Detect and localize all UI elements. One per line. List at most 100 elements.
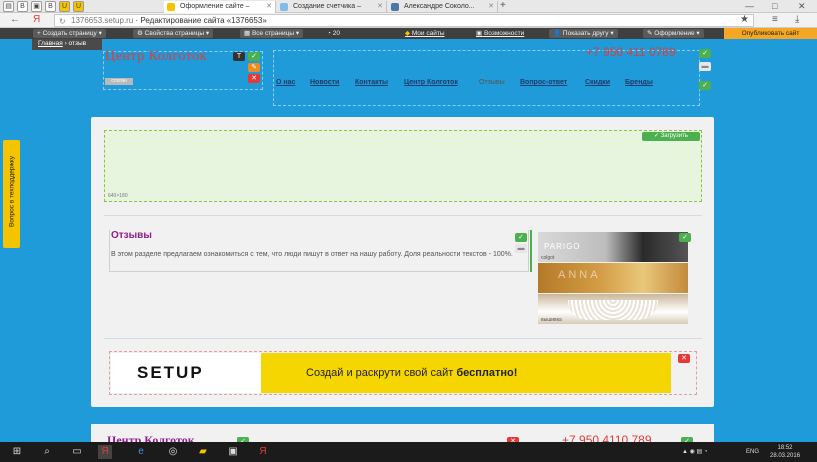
clock[interactable]: 18:52 28.03.2016 <box>770 444 800 460</box>
maximize-button[interactable]: □ <box>772 0 777 12</box>
breadcrumb-current: отзыв <box>68 40 87 47</box>
page-props-label: Свойства страницы <box>144 30 205 37</box>
gallery-photo[interactable]: PARIGO colgot <box>538 232 688 262</box>
bold-tab-icon[interactable]: B <box>17 1 28 12</box>
photo-caption: colgot <box>541 255 555 261</box>
show-friend-button[interactable]: 👤 Показать другу ▾ <box>549 29 618 38</box>
my-sites-link[interactable]: ◆ Мои сайты <box>405 29 445 38</box>
vk-tab-icon[interactable]: В <box>45 1 56 12</box>
menu-item-brands[interactable]: Бренды <box>625 79 653 86</box>
network-icon[interactable]: ▲ ◉ ▤ ◔ <box>682 446 707 458</box>
back-icon[interactable]: ← <box>10 14 20 26</box>
upload-label: Загрузить <box>660 133 689 139</box>
windows-start-icon[interactable]: ⊞ <box>10 445 24 459</box>
store-icon[interactable]: ▣ <box>226 445 240 459</box>
browser-tab[interactable]: Александре Соколо... ✕ <box>388 1 498 13</box>
menu-item-faq[interactable]: Вопрос-ответ <box>520 79 567 86</box>
close-ad-icon[interactable]: ✕ <box>678 354 690 363</box>
editor-toolbar: + Создать страницу ▾ ⚙ Свойства страницы… <box>0 28 817 39</box>
photo-tab-icon[interactable]: ▣ <box>31 1 42 12</box>
show-friend-label: Показать другу <box>562 30 609 37</box>
tab-label: Александре Соколо... <box>404 3 475 10</box>
menu-item-reviews[interactable]: Отзывы <box>479 79 505 86</box>
bookmark-icon[interactable]: ▤ <box>3 1 14 12</box>
confirm-icon[interactable]: ✓ <box>679 233 691 242</box>
support-tab-label: Вопрос в техподдержку <box>8 156 16 227</box>
breadcrumb-separator: › <box>64 40 67 47</box>
views-counter: ◔ 20 <box>327 30 340 37</box>
url-page-title: Редактирование сайта «1376653» <box>140 16 267 25</box>
upload-button[interactable]: ✓ Загрузить <box>642 132 700 141</box>
menu-item-contacts[interactable]: Контакты <box>355 79 388 86</box>
delete-icon[interactable]: ✕ <box>248 74 260 83</box>
address-bar: ← Я ↻ 1376653.setup.ru · Редактирование … <box>0 13 817 28</box>
photo-brand: ANNA <box>558 269 601 281</box>
url-field[interactable]: ↻ 1376653.setup.ru · Редактирование сайт… <box>54 14 754 27</box>
section-title[interactable]: Отзывы <box>111 230 152 241</box>
section-text[interactable]: В этом разделе предлагаем ознакомиться с… <box>111 250 519 260</box>
tab-label: Создание счетчика – <box>293 3 361 10</box>
menu-icon[interactable]: ≡ <box>772 14 778 25</box>
yandex-icon[interactable]: Я <box>33 14 40 26</box>
close-window-button[interactable]: ✕ <box>798 0 806 12</box>
support-tab[interactable]: Вопрос в техподдержку <box>3 140 20 248</box>
text-block-handle[interactable] <box>530 230 532 272</box>
close-tab-icon[interactable]: ✕ <box>266 1 272 13</box>
star-icon[interactable]: ★ <box>740 14 749 25</box>
new-tab-button[interactable]: + <box>500 0 506 12</box>
yandex-browser-icon[interactable]: Я <box>98 445 112 459</box>
search-icon[interactable]: ⌕ <box>40 445 54 459</box>
ad-slogan-start: Создай и раскрути свой сайт <box>306 367 457 379</box>
menu-item-about[interactable]: О нас <box>276 79 295 86</box>
site-phone[interactable]: +7 950 411 0789 <box>586 45 676 59</box>
minimize-button[interactable]: — <box>745 0 754 12</box>
language-indicator[interactable]: ENG <box>746 446 759 458</box>
menu-item-center[interactable]: Центр Колготок <box>404 79 458 86</box>
menu-item-discounts[interactable]: Скидки <box>585 79 610 86</box>
tab-favicon <box>391 3 399 11</box>
abilities-label: Возможности <box>483 30 525 37</box>
all-pages-button[interactable]: ▦ Все страницы ▾ <box>240 29 304 38</box>
sites-icon: ◆ <box>405 30 410 37</box>
browser-tab[interactable]: Оформление сайте – ✕ <box>164 1 276 13</box>
site-logo[interactable]: Центр Колготок <box>105 49 207 65</box>
create-page-button[interactable]: + Создать страницу ▾ <box>33 29 106 38</box>
breadcrumb-home[interactable]: Главная <box>38 40 63 47</box>
ad-brand-box: SETUP <box>111 353 261 393</box>
page-props-button[interactable]: ⚙ Свойства страницы ▾ <box>133 29 214 38</box>
task-view-icon[interactable]: ▭ <box>70 445 84 459</box>
views-count: 20 <box>332 30 340 37</box>
gallery-photo[interactable]: вышивка <box>538 294 688 324</box>
browser-tab[interactable]: Создание счетчика – ✕ <box>277 1 387 13</box>
confirm-icon[interactable]: ✓ <box>699 49 711 58</box>
download-icon[interactable]: ⤓ <box>795 14 799 25</box>
tab-favicon <box>167 3 175 11</box>
ad-banner[interactable]: SETUP Создай и раскрути свой сайт беспла… <box>111 353 671 393</box>
folder-icon[interactable]: ▰ <box>196 445 210 459</box>
close-tab-icon[interactable]: ✕ <box>377 1 383 13</box>
slogan-placeholder[interactable]: слоган <box>105 78 133 85</box>
banner-placeholder[interactable]: 640×180 <box>104 130 702 202</box>
confirm-icon[interactable]: ✓ <box>248 52 260 61</box>
close-tab-icon[interactable]: ✕ <box>488 1 494 13</box>
confirm-icon[interactable]: ✓ <box>515 233 527 242</box>
settings-icon[interactable]: ▬ <box>699 62 711 71</box>
all-pages-label: Все страницы <box>251 30 295 37</box>
abilities-link[interactable]: ▣ Возможности <box>476 29 524 38</box>
edge-icon[interactable]: e <box>134 445 148 459</box>
u-tab-icon[interactable]: U <box>59 1 70 12</box>
clock-time: 18:52 <box>777 445 793 451</box>
reload-icon[interactable]: ↻ <box>59 16 66 27</box>
abilities-icon: ▣ <box>476 30 483 37</box>
u-tab-icon-2[interactable]: U <box>73 1 84 12</box>
design-button[interactable]: ✎ Оформление ▾ <box>643 29 704 38</box>
text-tool-icon[interactable]: T <box>233 52 245 61</box>
confirm-icon[interactable]: ✓ <box>699 81 711 90</box>
edit-icon[interactable]: ✎ <box>248 63 260 72</box>
gallery-photo[interactable]: ANNA <box>538 263 688 293</box>
chrome-icon[interactable]: ◎ <box>166 445 180 459</box>
publish-button[interactable]: Опубликовать сайт <box>724 28 817 39</box>
yandex-icon[interactable]: Я <box>256 445 270 459</box>
my-sites-label: Мои сайты <box>411 30 445 37</box>
menu-item-news[interactable]: Новости <box>310 79 339 86</box>
